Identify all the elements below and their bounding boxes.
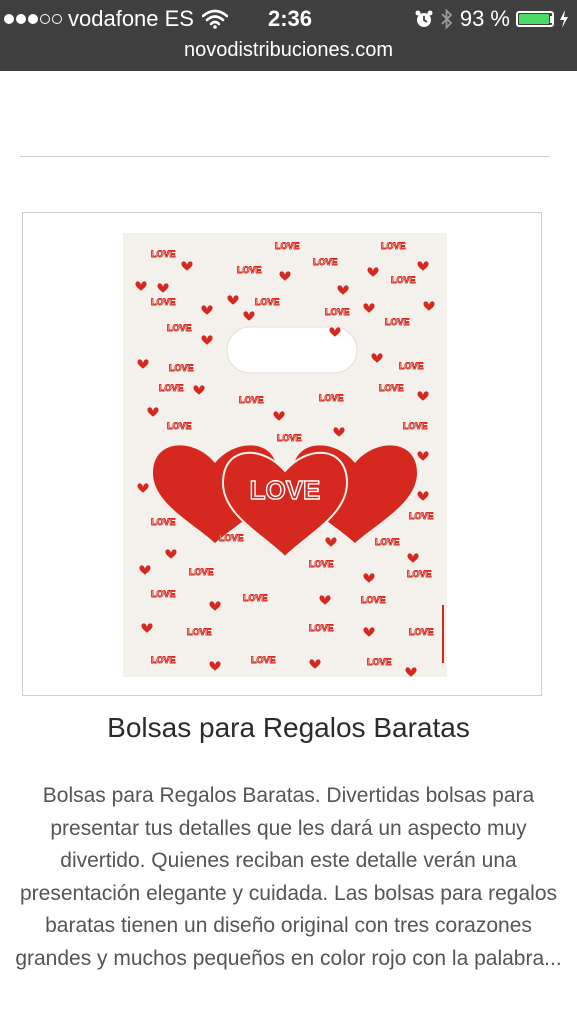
bag-love-text: LOVE [275, 241, 300, 251]
bag-love-text: LOVE [189, 567, 214, 577]
product-image-frame[interactable]: LOVE LOVE LOVE LOVE LOVE LOVE LOVE LOVE LOVE LOV… [22, 212, 542, 696]
bag-love-text: LOVE [385, 317, 410, 327]
battery-percent: 93 % [459, 6, 510, 31]
bag-love-text: LOVE [399, 361, 424, 371]
bag-love-text: LOVE [151, 517, 176, 527]
bag-love-text: LOVE [151, 589, 176, 599]
bag-love-text: LOVE [309, 559, 334, 569]
bag-love-text: LOVE [381, 241, 406, 251]
bag-love-text: LOVE [277, 433, 302, 443]
status-bar: vodafone ES 2:36 93 % novodistribuciones… [0, 0, 577, 71]
product-title[interactable]: Bolsas para Regalos Baratas [0, 708, 577, 748]
clock: 2:36 [268, 6, 313, 31]
bag-love-text: LOVE [379, 383, 404, 393]
battery-icon [516, 11, 554, 27]
bag-love-text: LOVE [255, 297, 280, 307]
bag-love-text: LOVE [151, 655, 176, 665]
bag-love-text: LOVE [151, 297, 176, 307]
bag-love-text: LOVE [319, 393, 344, 403]
bag-love-text: LOVE [325, 307, 350, 317]
bag-love-text: LOVE [219, 533, 244, 543]
bag-love-text: LOVE [237, 265, 262, 275]
bag-love-text: LOVE [407, 569, 432, 579]
wifi-icon [201, 9, 228, 29]
bag-love-text: LOVE [391, 275, 416, 285]
bag-love-text: LOVE [409, 511, 434, 521]
bag-love-text: LOVE [187, 627, 212, 637]
bag-love-text: LOVE [167, 323, 192, 333]
signal-icon [4, 14, 62, 24]
bag-love-text: LOVE [151, 249, 176, 259]
bag-love-text: LOVE [251, 655, 276, 665]
bag-love-text: LOVE [159, 383, 184, 393]
charging-icon [560, 10, 568, 28]
bag-love-text: LOVE [409, 627, 434, 637]
product-image[interactable]: LOVE LOVE LOVE LOVE LOVE LOVE LOVE LOVE LOVE LOV… [123, 233, 447, 677]
bag-love-text: LOVE [239, 395, 264, 405]
bag-love-text: LOVE [361, 595, 386, 605]
product-description: Bolsas para Regalos Baratas. Divertidas … [15, 784, 562, 970]
carrier-name: vodafone ES [68, 6, 194, 31]
divider [20, 156, 550, 157]
bag-love-text: LOVE [243, 593, 268, 603]
alarm-icon [415, 10, 433, 27]
bag-love-text: LOVE [167, 421, 192, 431]
bag-love-text: LOVE [309, 623, 334, 633]
bag-love-text: LOVE [367, 657, 392, 667]
bag-love-text: LOVE [169, 363, 194, 373]
bag-love-text: LOVE [403, 421, 428, 431]
url-bar[interactable]: novodistribuciones.com [0, 36, 577, 64]
bluetooth-icon [441, 8, 453, 30]
svg-text:LOVE: LOVE [250, 475, 321, 505]
bag-love-text: LOVE [375, 537, 400, 547]
bag-love-text: LOVE [313, 257, 338, 267]
